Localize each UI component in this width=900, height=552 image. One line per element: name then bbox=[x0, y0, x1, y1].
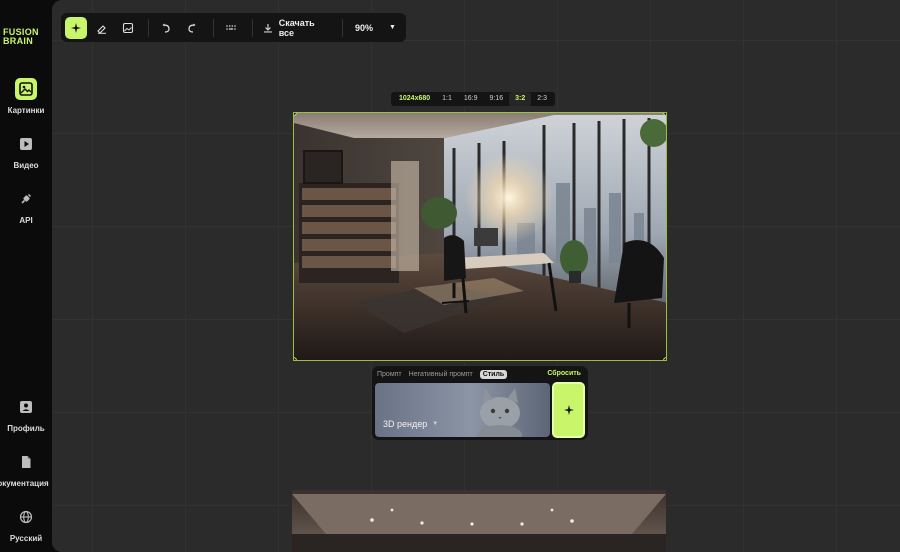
play-icon bbox=[15, 133, 37, 155]
toolbar-divider bbox=[213, 18, 215, 37]
dots-grid-icon bbox=[226, 24, 236, 30]
sparkle-icon bbox=[563, 405, 574, 415]
plug-icon bbox=[15, 188, 37, 210]
toolbar-divider bbox=[148, 18, 150, 37]
download-all-label: Скачать все bbox=[278, 17, 315, 38]
sidebar-item-label: окументация bbox=[0, 479, 49, 488]
reset-button[interactable]: Сбросить bbox=[547, 370, 581, 377]
tab-prompt[interactable]: Промпт bbox=[377, 371, 402, 378]
zoom-select[interactable]: 90% ▼ bbox=[349, 23, 402, 33]
sidebar-item-images[interactable]: Картинки bbox=[0, 78, 52, 115]
ratio-option[interactable]: 1:1 bbox=[436, 92, 458, 106]
sidebar-item-label: Картинки bbox=[7, 106, 45, 115]
aspect-ratio-selector: 1024x680 1:1 16:9 9:16 3:2 2:3 bbox=[391, 92, 555, 106]
sidebar-item-video[interactable]: Видео bbox=[0, 133, 52, 170]
prompt-panel: Промпт Негативный промпт Стиль Сбросить … bbox=[372, 366, 588, 440]
sidebar-item-api[interactable]: API bbox=[0, 188, 52, 225]
eraser-icon bbox=[96, 24, 106, 34]
eraser-tool-button[interactable] bbox=[91, 17, 113, 39]
download-icon bbox=[263, 23, 272, 33]
resize-handle-bottom-right[interactable] bbox=[663, 357, 666, 360]
toolbar-divider bbox=[342, 18, 343, 37]
sidebar-item-label: Видео bbox=[13, 161, 39, 170]
sidebar-item-profile[interactable]: Профиль bbox=[0, 396, 52, 433]
caret-down-icon: ▼ bbox=[389, 24, 396, 31]
globe-icon bbox=[15, 506, 37, 528]
style-value: 3D рендер ▼ bbox=[383, 419, 438, 429]
profile-icon bbox=[15, 396, 37, 418]
sidebar-item-docs[interactable]: окументация bbox=[0, 451, 52, 488]
generated-image-secondary[interactable] bbox=[292, 490, 666, 552]
generate-tool-button[interactable] bbox=[65, 16, 87, 39]
sidebar-item-language[interactable]: Русский bbox=[0, 506, 52, 543]
resolution-label: 1024x680 bbox=[399, 95, 431, 102]
prompt-tabs: Промпт Негативный промпт Стиль bbox=[377, 368, 514, 381]
ratio-option[interactable]: 2:3 bbox=[531, 92, 553, 106]
brand-logo[interactable]: FUSION BRAIN bbox=[3, 28, 39, 46]
image-icon bbox=[15, 78, 37, 100]
sidebar-item-label: API bbox=[19, 216, 33, 225]
tab-negative-prompt[interactable]: Негативный промпт bbox=[409, 371, 473, 378]
image-frame-icon bbox=[122, 22, 133, 33]
redo-icon bbox=[188, 23, 196, 33]
undo-icon bbox=[162, 23, 170, 33]
toolbar-divider bbox=[251, 18, 253, 37]
generate-button[interactable] bbox=[552, 382, 585, 438]
grid-toggle-button[interactable] bbox=[220, 17, 242, 39]
resize-handle-bottom-left[interactable] bbox=[294, 357, 297, 360]
download-all-button[interactable]: Скачать все bbox=[259, 18, 336, 38]
generated-image[interactable] bbox=[293, 112, 667, 361]
zoom-value: 90% bbox=[355, 22, 374, 33]
undo-button[interactable] bbox=[155, 17, 177, 39]
app-root: FUSION BRAIN Картинки Видео API Профиль … bbox=[0, 0, 900, 552]
image-tool-button[interactable] bbox=[117, 17, 139, 39]
office-interior-image bbox=[294, 113, 666, 360]
caret-down-icon: ▼ bbox=[432, 421, 439, 427]
ratio-option[interactable]: 9:16 bbox=[484, 92, 510, 106]
toolbar: Скачать все 90% ▼ bbox=[61, 13, 406, 42]
style-select[interactable]: 3D рендер ▼ bbox=[375, 383, 550, 437]
style-value-label: 3D рендер bbox=[383, 419, 428, 429]
sidebar-item-label: Русский bbox=[9, 534, 43, 543]
sidebar-item-label: Профиль bbox=[7, 424, 45, 433]
interior-ceiling-image bbox=[292, 490, 666, 552]
ratio-option-selected[interactable]: 3:2 bbox=[509, 92, 532, 106]
sidebar: FUSION BRAIN Картинки Видео API Профиль … bbox=[0, 0, 52, 552]
resize-handle-top-right[interactable] bbox=[663, 113, 666, 116]
ratio-option[interactable]: 16:9 bbox=[458, 92, 484, 106]
tab-style[interactable]: Стиль bbox=[479, 370, 508, 379]
redo-button[interactable] bbox=[181, 17, 203, 39]
document-icon bbox=[15, 451, 37, 473]
sparkle-icon bbox=[70, 22, 81, 33]
brand-logo-line2: BRAIN bbox=[3, 36, 33, 46]
